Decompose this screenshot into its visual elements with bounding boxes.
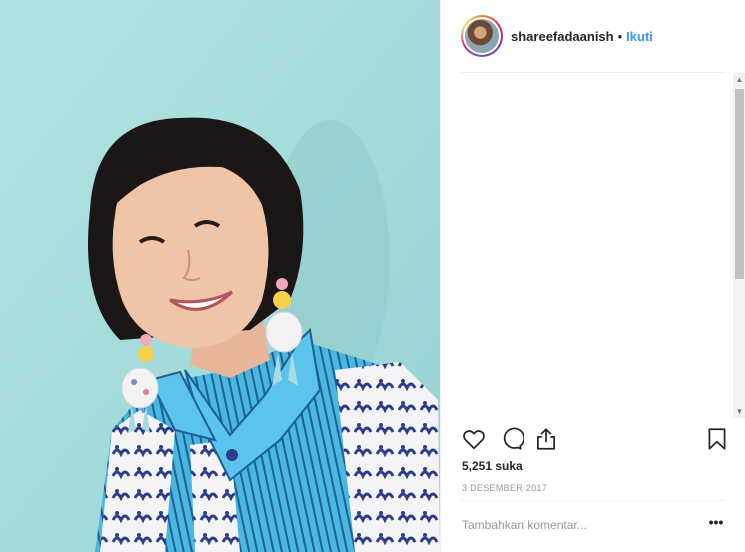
action-bar: [461, 426, 727, 454]
username-link[interactable]: shareefadaanish: [511, 29, 614, 44]
scrollbar-thumb[interactable]: [735, 89, 744, 279]
avatar-ring-gap: [463, 17, 501, 55]
scroll-down-arrow-icon[interactable]: ▼: [733, 405, 745, 418]
likes-count[interactable]: 5,251 suka: [462, 459, 523, 473]
portrait-image: [0, 0, 440, 552]
follow-button[interactable]: Ikuti: [626, 29, 653, 44]
speech-bubble-icon[interactable]: [498, 426, 525, 452]
post-detail-panel: shareefadaanish • Ikuti ▲ ▼ 5,251 suka 3…: [440, 0, 745, 552]
comments-area[interactable]: [461, 73, 731, 418]
comment-divider: [461, 500, 725, 501]
scrollbar[interactable]: ▲ ▼: [733, 73, 745, 418]
scroll-up-arrow-icon[interactable]: ▲: [733, 73, 745, 86]
separator-dot: •: [617, 28, 623, 44]
comment-input[interactable]: [462, 515, 692, 535]
heart-icon[interactable]: [461, 426, 487, 452]
post-photo[interactable]: [0, 0, 440, 552]
avatar-image: [465, 19, 499, 53]
share-icon[interactable]: [533, 426, 559, 452]
more-options-icon[interactable]: •••: [707, 514, 725, 534]
post-date[interactable]: 3 DESEMBER 2017: [462, 483, 547, 493]
post-header: shareefadaanish • Ikuti: [441, 0, 745, 72]
avatar[interactable]: [461, 15, 503, 57]
bookmark-icon[interactable]: [704, 426, 730, 452]
